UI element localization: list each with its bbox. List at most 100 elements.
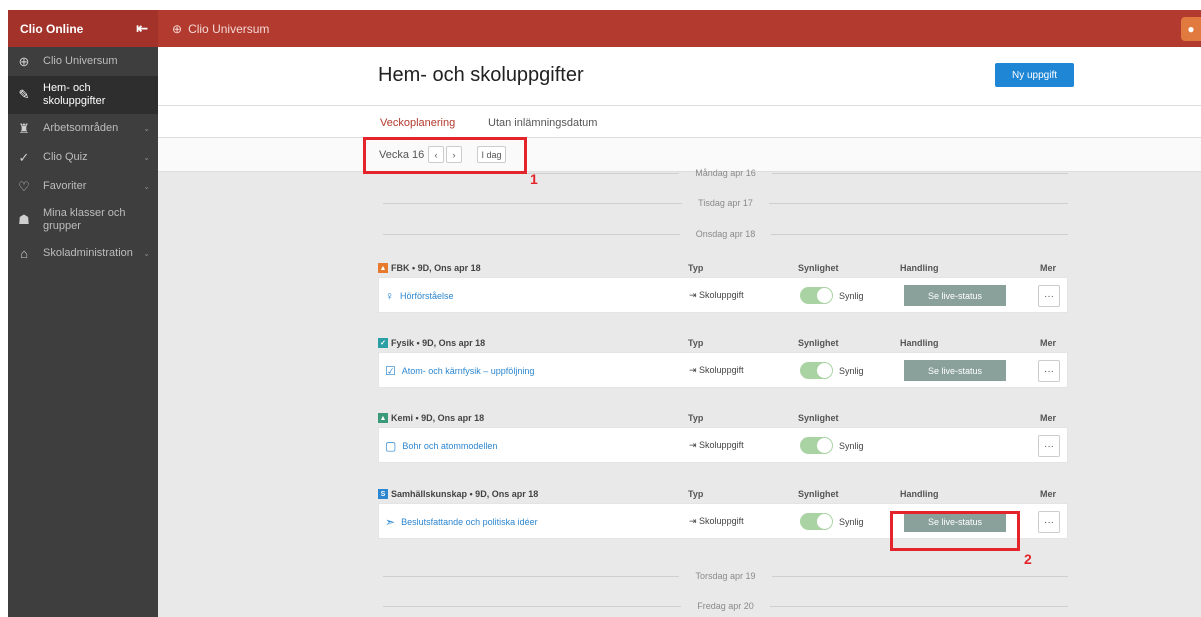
sidebar-item-5[interactable]: ☗ Mina klasser och grupper bbox=[8, 201, 158, 239]
group-header: ▲ FBK • 9D, Ons apr 18 Typ Synlighet Handlin… bbox=[378, 260, 1068, 278]
task-type-label: Skoluppgift bbox=[699, 516, 744, 526]
live-status-button[interactable]: Se live-status bbox=[904, 285, 1006, 306]
main-content: Hem- och skoluppgifter Ny uppgift Veckop… bbox=[158, 47, 1201, 617]
column-visibility: Synlighet bbox=[798, 413, 839, 423]
annotation-number-1: 1 bbox=[530, 171, 538, 187]
column-more: Mer bbox=[1040, 413, 1057, 423]
day-separator: Fredag apr 20 bbox=[383, 599, 1069, 613]
subject-badge-icon: S bbox=[378, 489, 388, 499]
subject-label: Fysik • 9D, Ons apr 18 bbox=[391, 338, 486, 348]
sidebar-item-2[interactable]: ♜ Arbetsområden ⌄ bbox=[8, 114, 158, 143]
assignment-type-icon: ⇥ bbox=[689, 440, 700, 450]
task-type-label: Skoluppgift bbox=[699, 365, 744, 375]
task-row: ▢ Bohr och atommodellen ⇥ Skoluppgift Synli… bbox=[378, 427, 1068, 463]
megaphone-icon: ➣ bbox=[385, 515, 396, 529]
task-type: ⇥ Skoluppgift bbox=[689, 440, 744, 451]
tab-veckoplanering[interactable]: Veckoplanering bbox=[380, 117, 456, 141]
sidebar-item-0[interactable]: ⊕ Clio Universum bbox=[8, 47, 158, 76]
highlight-week-navigation bbox=[363, 137, 527, 174]
day-label: Torsdag apr 19 bbox=[695, 571, 756, 581]
globe-icon: ⊕ bbox=[18, 53, 30, 69]
group-header: ✓ Fysik • 9D, Ons apr 18 Typ Synlighet Handl… bbox=[378, 335, 1068, 353]
sidebar-item-1[interactable]: ✎ Hem- och skoluppgifter bbox=[8, 76, 158, 114]
column-more: Mer bbox=[1040, 489, 1057, 499]
sidebar-item-label: Arbetsområden bbox=[43, 122, 119, 134]
tab-utan-inlamningsdatum[interactable]: Utan inlämningsdatum bbox=[488, 117, 597, 129]
breadcrumb[interactable]: ⊕ Clio Universum bbox=[158, 22, 269, 36]
task-link[interactable]: ▢ Bohr och atommodellen bbox=[385, 439, 497, 453]
chevron-down-icon: ⌄ bbox=[143, 153, 150, 162]
task-type-label: Skoluppgift bbox=[699, 290, 744, 300]
sidebar-item-4[interactable]: ♡ Favoriter ⌄ bbox=[8, 172, 158, 201]
chevron-down-icon: ⌄ bbox=[143, 124, 150, 133]
binoculars-icon: ♜ bbox=[18, 120, 30, 136]
sidebar-item-label: Skoladministration bbox=[43, 247, 133, 259]
task-row: ♀ Hörförståelse ⇥ Skoluppgift Synlig Se live… bbox=[378, 277, 1068, 313]
task-link[interactable]: ➣ Beslutsfattande och politiska idéer bbox=[385, 515, 538, 529]
app-frame: Clio Online ⇤ ⊕ Clio Universum ● ⊕ Clio U… bbox=[8, 10, 1201, 617]
visibility-label: Synlig bbox=[839, 517, 864, 527]
visibility-label: Synlig bbox=[839, 441, 864, 451]
assignment-type-icon: ⇥ bbox=[689, 516, 700, 526]
subject-label: Samhällskunskap • 9D, Ons apr 18 bbox=[391, 489, 539, 499]
school-icon: ⌂ bbox=[20, 246, 28, 261]
column-more: Mer bbox=[1040, 263, 1057, 273]
task-name: Bohr och atommodellen bbox=[402, 441, 498, 451]
column-type: Typ bbox=[688, 263, 704, 273]
checkbox-icon: ☑ bbox=[385, 364, 396, 378]
page-title: Hem- och skoluppgifter bbox=[378, 64, 584, 86]
sidebar: ⊕ Clio Universum ✎ Hem- och skoluppgifter ♜ A… bbox=[8, 47, 158, 617]
day-separator: Torsdag apr 19 bbox=[383, 569, 1069, 583]
group-header: S Samhällskunskap • 9D, Ons apr 18 Typ Synl… bbox=[378, 486, 1068, 504]
task-type-label: Skoluppgift bbox=[699, 440, 744, 450]
column-visibility: Synlighet bbox=[798, 263, 839, 273]
task-row: ☑ Atom- och kärnfysik – uppföljning ⇥ Skol… bbox=[378, 352, 1068, 388]
group-header: ▲ Kemi • 9D, Ons apr 18 Typ Synlighet Mer bbox=[378, 410, 1068, 428]
breadcrumb-label: Clio Universum bbox=[188, 21, 270, 36]
highlight-live-status-button bbox=[890, 511, 1020, 551]
chevron-down-icon: ⌄ bbox=[143, 249, 150, 258]
subject-label: Kemi • 9D, Ons apr 18 bbox=[391, 413, 485, 423]
task-link[interactable]: ☑ Atom- och kärnfysik – uppföljning bbox=[385, 364, 534, 378]
check-icon: ✓ bbox=[18, 149, 30, 165]
column-visibility: Synlighet bbox=[798, 489, 839, 499]
more-options-button[interactable]: ··· bbox=[1038, 435, 1060, 457]
visibility-toggle[interactable] bbox=[800, 362, 833, 379]
live-status-button[interactable]: Se live-status bbox=[904, 360, 1006, 381]
new-assignment-button[interactable]: Ny uppgift bbox=[995, 63, 1074, 87]
column-action: Handling bbox=[900, 263, 939, 273]
day-separator: Tisdag apr 17 bbox=[383, 196, 1069, 210]
task-type: ⇥ Skoluppgift bbox=[689, 516, 744, 527]
day-label: Onsdag apr 18 bbox=[695, 229, 756, 239]
sidebar-item-6[interactable]: ⌂ Skoladministration ⌄ bbox=[8, 239, 158, 268]
day-separator: Onsdag apr 18 bbox=[383, 227, 1069, 241]
annotation-number-2: 2 bbox=[1024, 551, 1032, 567]
task-name: Hörförståelse bbox=[400, 291, 454, 301]
more-options-button[interactable]: ··· bbox=[1038, 285, 1060, 307]
day-label: Tisdag apr 17 bbox=[698, 198, 753, 208]
more-options-button[interactable]: ··· bbox=[1038, 511, 1060, 533]
visibility-toggle[interactable] bbox=[800, 287, 833, 304]
subject-badge-icon: ✓ bbox=[378, 338, 388, 348]
task-type: ⇥ Skoluppgift bbox=[689, 290, 744, 301]
sidebar-item-label: Favoriter bbox=[43, 180, 87, 192]
chevron-down-icon: ⌄ bbox=[143, 182, 150, 191]
subject-badge-icon: ▲ bbox=[378, 413, 388, 423]
homework-icon: ✎ bbox=[18, 87, 30, 102]
heart-icon: ♡ bbox=[18, 178, 30, 194]
more-options-button[interactable]: ··· bbox=[1038, 360, 1060, 382]
user-icon[interactable]: ● bbox=[1181, 17, 1201, 41]
sidebar-item-3[interactable]: ✓ Clio Quiz ⌄ bbox=[8, 143, 158, 172]
column-visibility: Synlighet bbox=[798, 338, 839, 348]
day-label: Måndag apr 16 bbox=[695, 168, 756, 178]
sidebar-item-label: Clio Quiz bbox=[43, 151, 88, 163]
sidebar-item-label: Mina klasser och grupper bbox=[43, 207, 126, 232]
collapse-menu-icon[interactable]: ⇤ bbox=[136, 20, 148, 37]
visibility-toggle[interactable] bbox=[800, 437, 833, 454]
column-type: Typ bbox=[688, 489, 704, 499]
task-link[interactable]: ♀ Hörförståelse bbox=[385, 289, 454, 303]
lightbulb-icon: ♀ bbox=[385, 289, 394, 303]
visibility-toggle[interactable] bbox=[800, 513, 833, 530]
task-name: Beslutsfattande och politiska idéer bbox=[401, 517, 538, 527]
subject-label: FBK • 9D, Ons apr 18 bbox=[391, 263, 481, 273]
